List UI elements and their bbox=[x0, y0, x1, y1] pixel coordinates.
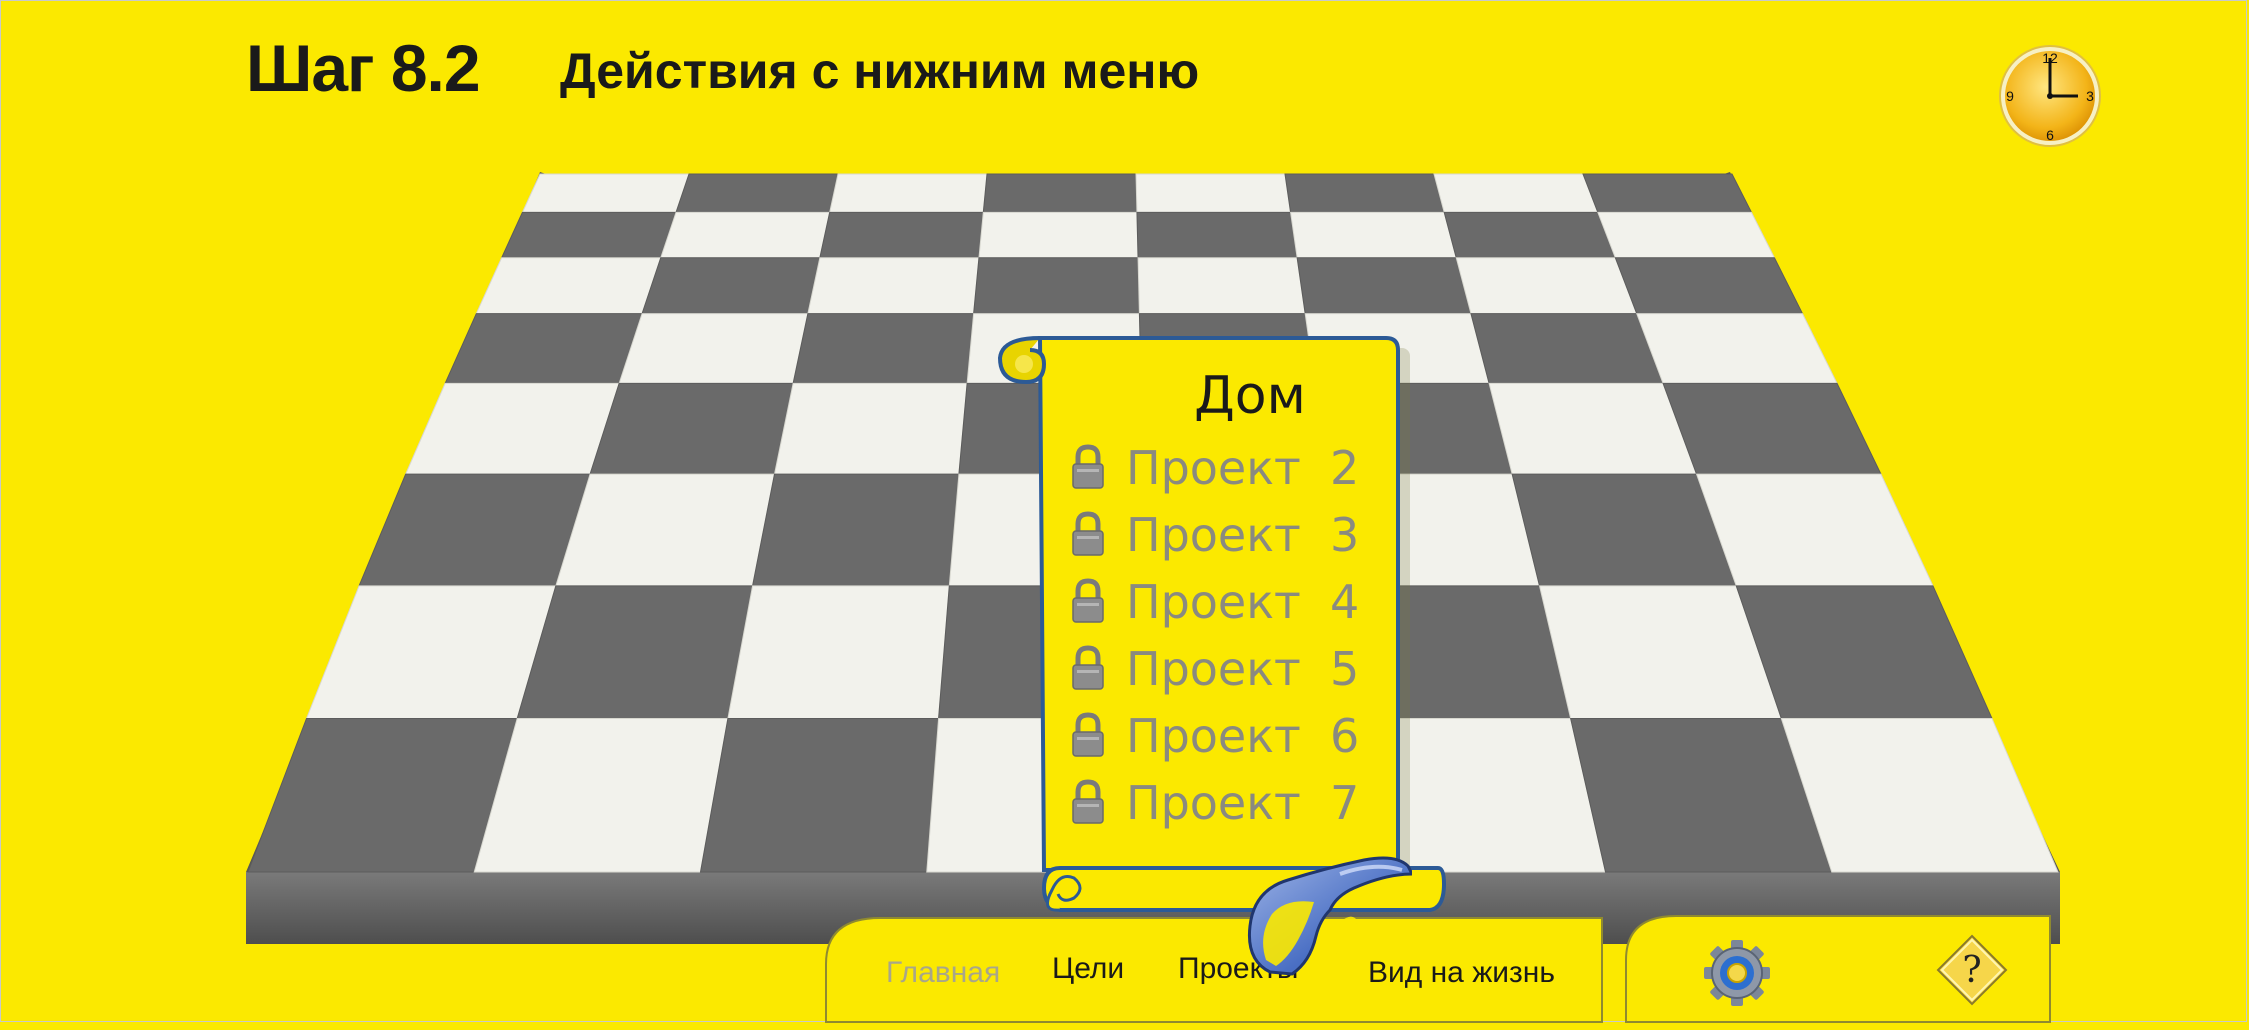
dropdown-item-label: Проект 6 bbox=[1126, 708, 1360, 763]
dropdown-item-label: Проект 2 bbox=[1126, 440, 1360, 495]
lock-icon bbox=[1072, 644, 1104, 690]
lock-icon bbox=[1072, 711, 1104, 757]
dropdown-item-project-5[interactable]: Проект 5 bbox=[1068, 635, 1368, 702]
dropdown-item-project-7[interactable]: Проект 7 bbox=[1068, 769, 1368, 836]
lock-icon bbox=[1072, 443, 1104, 489]
dropdown-item-label: Проект 5 bbox=[1126, 641, 1360, 696]
lock-icon bbox=[1072, 577, 1104, 623]
dropdown-item-project-3[interactable]: Проект 3 bbox=[1068, 501, 1368, 568]
dropdown-list: Проект 2 Проект 3 Проект 4 Проект 5 Прое… bbox=[1068, 434, 1368, 836]
dropdown-title[interactable]: Дом bbox=[1040, 366, 1460, 426]
dropdown-item-label: Проект 4 bbox=[1126, 574, 1360, 629]
dropdown-item-label: Проект 3 bbox=[1126, 507, 1360, 562]
dropdown-item-label: Проект 7 bbox=[1126, 775, 1360, 830]
dropdown-item-project-4[interactable]: Проект 4 bbox=[1068, 568, 1368, 635]
lock-icon bbox=[1072, 510, 1104, 556]
hand-pointer-icon bbox=[1247, 856, 1412, 976]
lock-icon bbox=[1072, 778, 1104, 824]
dropdown-item-project-6[interactable]: Проект 6 bbox=[1068, 702, 1368, 769]
dropdown-item-project-2[interactable]: Проект 2 bbox=[1068, 434, 1368, 501]
